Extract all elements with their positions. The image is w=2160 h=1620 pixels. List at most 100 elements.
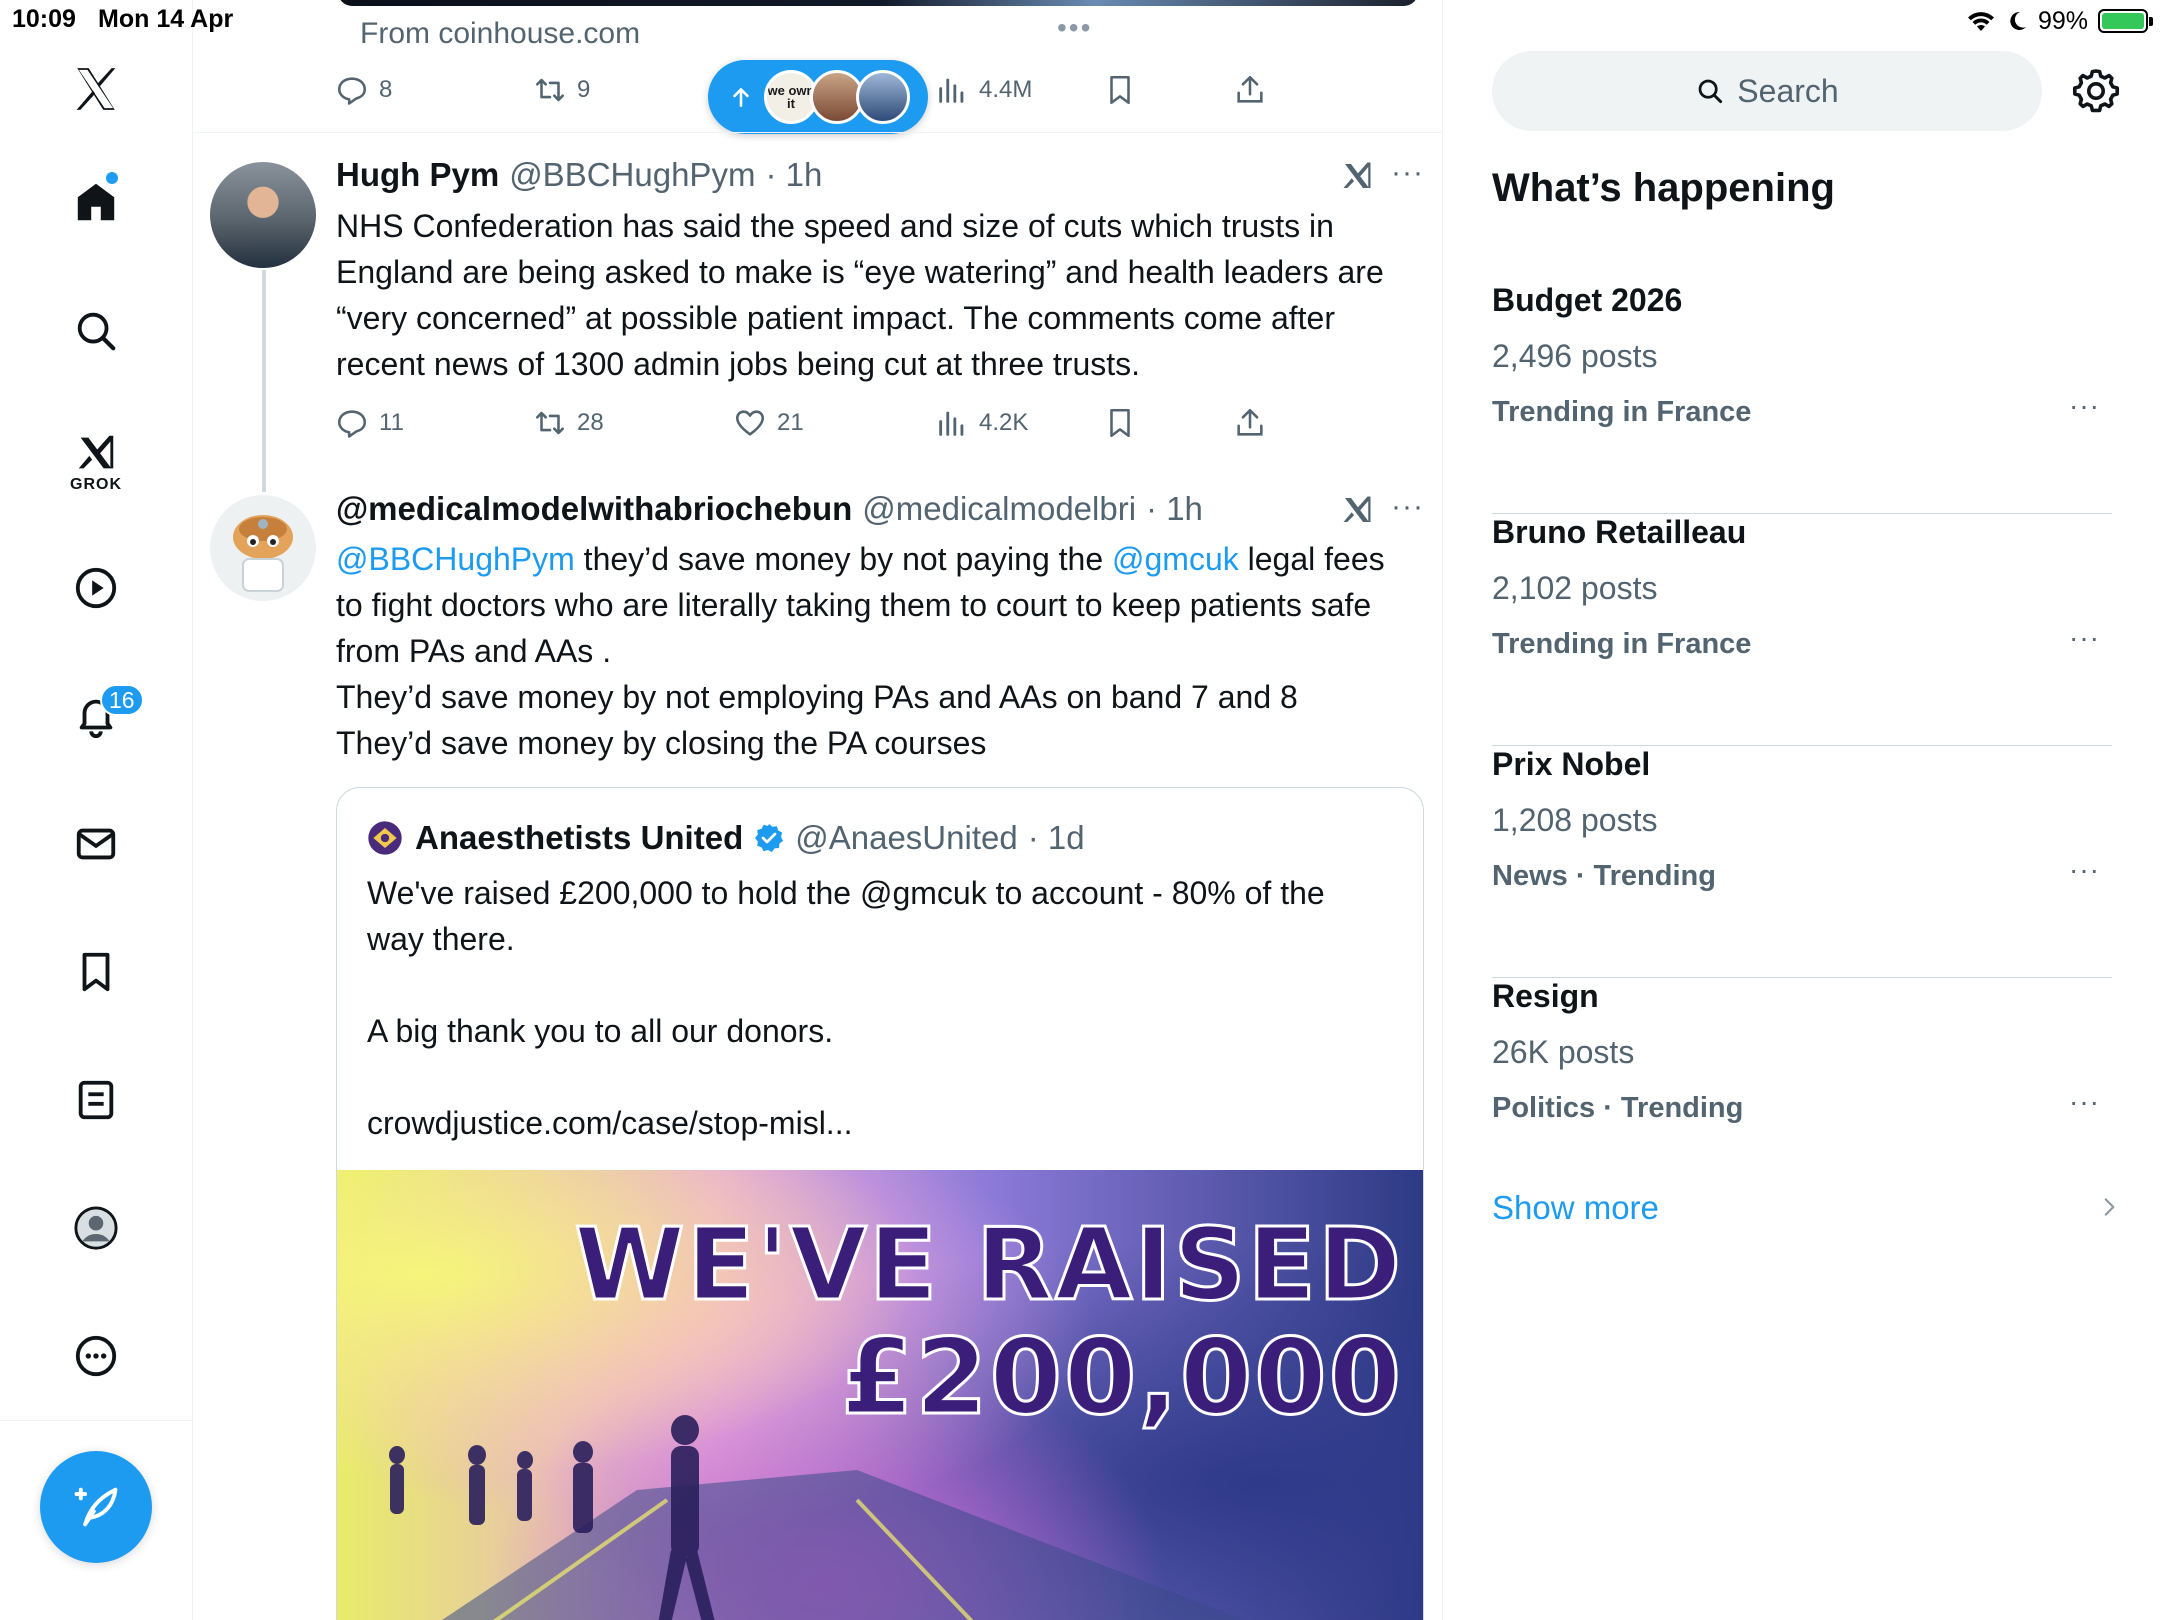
bookmark-button[interactable] <box>1103 65 1137 115</box>
hugh-pym-avatar[interactable] <box>210 162 316 268</box>
medicalmodel-avatar[interactable] <box>210 495 316 601</box>
search-icon <box>77 312 116 351</box>
quote-line1: We've raised £200,000 to hold the @gmcuk… <box>367 875 1325 957</box>
x-logo-button[interactable] <box>53 46 139 132</box>
tweet1-grok-icon[interactable] <box>1339 158 1375 194</box>
tweet2-line3: They’d save money by closing the PA cour… <box>336 725 987 761</box>
repost-icon <box>535 78 565 102</box>
mention-gmcuk[interactable]: @gmcuk <box>1112 541 1239 577</box>
trend-item[interactable]: Resign 26K posts Politics · Trending ··· <box>1492 978 2112 1210</box>
bun-doctor-avatar-icon <box>233 515 293 592</box>
nav-messages[interactable] <box>53 801 139 887</box>
trend-more-button[interactable]: ··· <box>2069 390 2100 422</box>
timeline: ••• From coinhouse.com 8 9 4.4M we own i… <box>193 0 1443 1620</box>
tweet1-author-handle[interactable]: @BBCHughPym <box>509 156 755 194</box>
share-icon <box>1237 408 1263 436</box>
trend-name: Resign <box>1492 978 1599 1014</box>
trend-name: Bruno Retailleau <box>1492 514 1747 550</box>
trend-category: News · Trending <box>1492 860 1716 892</box>
bookmark-button[interactable] <box>1103 398 1137 448</box>
share-icon <box>1237 75 1263 103</box>
trend-more-button[interactable]: ··· <box>2069 622 2100 654</box>
search-icon <box>1698 79 1723 104</box>
share-button[interactable] <box>1233 398 1267 448</box>
views-button[interactable]: 4.4M <box>935 65 1032 115</box>
views-chart-icon <box>939 411 964 436</box>
repost-button[interactable]: 9 <box>533 65 590 115</box>
quote-author-handle[interactable]: @AnaesUnited <box>795 819 1017 857</box>
compose-post-button[interactable] <box>40 1451 152 1563</box>
trend-more-button[interactable]: ··· <box>2069 1086 2100 1118</box>
quote-text: We've raised £200,000 to hold the @gmcuk… <box>367 870 1387 1146</box>
repost-count: 9 <box>577 76 591 103</box>
list-icon <box>78 1080 114 1120</box>
views-button[interactable]: 4.2K <box>935 398 1028 448</box>
wifi-icon <box>1967 12 1994 31</box>
image-text-line1: WE'VE RAISED <box>573 1205 1403 1325</box>
like-button[interactable]: 21 <box>733 398 804 448</box>
right-sidebar: Search What’s happening Budget 2026 2,49… <box>1444 0 2160 1620</box>
search-input[interactable]: Search <box>1492 51 2042 131</box>
repost-button[interactable]: 28 <box>533 398 604 448</box>
nav-profile[interactable] <box>53 1185 139 1271</box>
heart-icon <box>735 410 765 436</box>
tweet2-text: @BBCHughPym they’d save money by not pay… <box>336 536 1411 766</box>
tweet1-timestamp[interactable]: · 1h <box>765 156 822 194</box>
nav-explore[interactable] <box>53 288 139 374</box>
quoted-post-card[interactable]: Anaesthetists United @AnaesUnited · 1d W… <box>336 787 1424 1620</box>
chevron-right-icon[interactable] <box>2096 1192 2122 1222</box>
quote-line3[interactable]: crowdjustice.com/case/stop-misl... <box>367 1100 1387 1146</box>
grok-icon <box>78 435 114 469</box>
reply-icon <box>337 410 367 438</box>
tweet2-line2: They’d save money by not employing PAs a… <box>336 679 1298 715</box>
repost-count: 28 <box>577 409 604 436</box>
tweet1-author-name[interactable]: Hugh Pym <box>336 156 499 194</box>
tweet2-author-handle[interactable]: @medicalmodelbri <box>862 490 1136 528</box>
tweet2-text-part-a: they’d save money by not paying the <box>574 541 1112 577</box>
trend-item[interactable]: Budget 2026 2,496 posts Trending in Fran… <box>1492 282 2112 514</box>
nav-lists[interactable] <box>53 1057 139 1143</box>
x-logo-icon <box>76 68 116 110</box>
share-button[interactable] <box>1233 65 1267 115</box>
grok-label: GROK <box>70 476 122 493</box>
arrow-up-icon <box>733 88 749 107</box>
verified-badge-icon <box>755 824 784 852</box>
trend-item[interactable]: Bruno Retailleau 2,102 posts Trending in… <box>1492 514 2112 746</box>
reply-icon <box>337 77 367 105</box>
trend-item[interactable]: Prix Nobel 1,208 posts News · Trending ·… <box>1492 746 2112 978</box>
reply-button[interactable]: 11 <box>335 398 404 448</box>
tweet2-header: @medicalmodelwithabriochebun @medicalmod… <box>336 490 1203 528</box>
mention-bbchughpym[interactable]: @BBCHughPym <box>336 541 575 577</box>
nav-home[interactable] <box>53 159 139 245</box>
views-count: 4.4M <box>979 76 1033 103</box>
reply-button[interactable]: 8 <box>335 65 392 115</box>
home-icon <box>77 183 115 221</box>
settings-gear-icon[interactable] <box>2072 67 2120 115</box>
nav-video[interactable] <box>53 545 139 631</box>
quote-image[interactable]: WE'VE RAISED £200,000 <box>337 1170 1423 1620</box>
tweet2-author-name[interactable]: @medicalmodelwithabriochebun <box>336 490 852 528</box>
tweet2-grok-icon[interactable] <box>1339 492 1375 528</box>
mail-icon <box>76 828 116 860</box>
tweet2-timestamp[interactable]: · 1h <box>1146 490 1203 528</box>
nav-more[interactable] <box>53 1313 139 1399</box>
quote-author-name[interactable]: Anaesthetists United <box>415 819 743 857</box>
reply-count: 11 <box>379 409 404 436</box>
trend-more-button[interactable]: ··· <box>2069 854 2100 886</box>
show-more-link[interactable]: Show more <box>1492 1189 1659 1227</box>
quote-timestamp[interactable]: · 1d <box>1028 819 1085 857</box>
search-placeholder: Search <box>1737 72 1839 109</box>
quote-line2: A big thank you to all our donors. <box>367 1013 834 1049</box>
nav-bookmarks[interactable] <box>53 929 139 1015</box>
trend-post-count: 2,102 posts <box>1492 570 1658 606</box>
moon-icon <box>2010 11 2026 30</box>
tweet2-more-button[interactable]: ··· <box>1391 490 1424 524</box>
new-posts-pill[interactable]: we own it <box>708 60 928 134</box>
thread-connector-line <box>262 270 266 492</box>
trend-post-count: 26K posts <box>1492 1034 1635 1070</box>
tweet1-more-button[interactable]: ··· <box>1391 156 1424 190</box>
bookmark-icon <box>1110 75 1130 105</box>
whats-happening-title: What’s happening <box>1492 166 1835 210</box>
tweet1-text: NHS Confederation has said the speed and… <box>336 208 1384 382</box>
image-text-line2: £200,000 <box>839 1315 1403 1440</box>
